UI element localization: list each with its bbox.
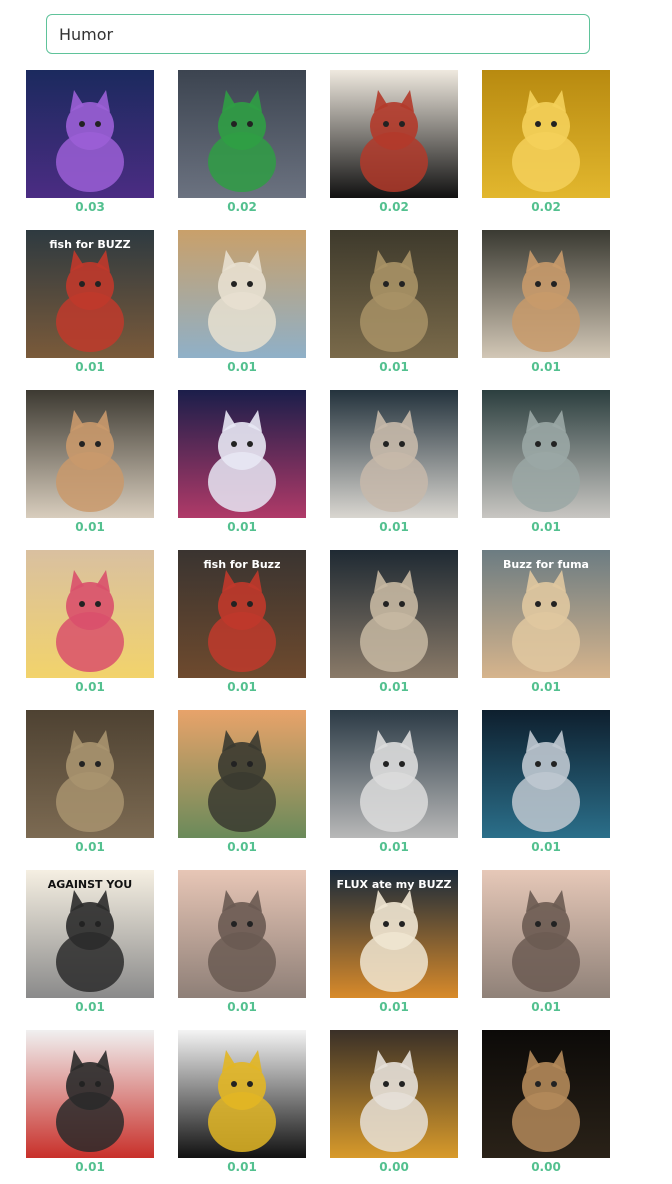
similarity-score: 0.01: [75, 360, 105, 374]
meme-cats-image[interactable]: AGAINST YOU: [26, 870, 154, 998]
fluffy-cat-image[interactable]: [330, 550, 458, 678]
similarity-score: 0.01: [227, 520, 257, 534]
similarity-score: 0.02: [531, 200, 561, 214]
image-caption-text: fish for BUZZ: [49, 238, 131, 251]
result-item[interactable]: 0.01: [330, 710, 458, 860]
similarity-score: 0.00: [379, 1160, 409, 1174]
flux-buzz-cat-image[interactable]: FLUX ate my BUZZ: [330, 870, 458, 998]
similarity-score: 0.01: [75, 1000, 105, 1014]
result-item[interactable]: 0.01: [26, 1030, 154, 1180]
result-item[interactable]: 0.01: [178, 390, 306, 540]
result-item[interactable]: 0.02: [330, 70, 458, 220]
similarity-score: 0.01: [75, 1160, 105, 1174]
result-item[interactable]: 0.01: [330, 230, 458, 380]
anime-girls-image[interactable]: [26, 550, 154, 678]
screaming-cat-image[interactable]: [178, 870, 306, 998]
similarity-score: 0.01: [227, 360, 257, 374]
result-item[interactable]: 0.03: [26, 70, 154, 220]
winged-cat-image[interactable]: [26, 390, 154, 518]
result-item[interactable]: 0.00: [330, 1030, 458, 1180]
golden-cat-image[interactable]: [482, 70, 610, 198]
winged-white-cat-image[interactable]: [330, 390, 458, 518]
similarity-score: 0.01: [75, 840, 105, 854]
result-item[interactable]: 0.00: [482, 1030, 610, 1180]
image-caption-text: Buzz for fuma: [503, 558, 589, 571]
playground-kitten-image[interactable]: [178, 230, 306, 358]
similarity-score: 0.01: [531, 1000, 561, 1014]
tabby-cat-closeup-image[interactable]: [330, 230, 458, 358]
result-item[interactable]: 0.01: [26, 390, 154, 540]
similarity-score: 0.01: [379, 840, 409, 854]
similarity-score: 0.01: [379, 1000, 409, 1014]
winged-cat-image[interactable]: [482, 230, 610, 358]
result-item[interactable]: fish for BUZZ 0.01: [26, 230, 154, 380]
ink-creature-image[interactable]: [330, 70, 458, 198]
comic-room-image[interactable]: [178, 710, 306, 838]
similarity-score: 0.03: [75, 200, 105, 214]
result-item[interactable]: 0.01: [178, 230, 306, 380]
similarity-score: 0.01: [227, 1000, 257, 1014]
similarity-score: 0.01: [379, 360, 409, 374]
result-item[interactable]: Buzz for fuma 0.01: [482, 550, 610, 700]
similarity-score: 0.01: [75, 520, 105, 534]
result-item[interactable]: 0.02: [482, 70, 610, 220]
fish-stall-cat-image[interactable]: fish for BUZZ: [26, 230, 154, 358]
witch-cat-image[interactable]: [482, 710, 610, 838]
shadow-cat-image[interactable]: [482, 1030, 610, 1158]
cat-in-sweater-image[interactable]: [330, 1030, 458, 1158]
similarity-score: 0.00: [531, 1160, 561, 1174]
similarity-score: 0.01: [227, 680, 257, 694]
similarity-score: 0.01: [379, 520, 409, 534]
result-item[interactable]: 0.01: [178, 710, 306, 860]
image-caption-text: FLUX ate my BUZZ: [336, 878, 452, 891]
black-cat-image[interactable]: [178, 1030, 306, 1158]
grumpy-cat-image[interactable]: [26, 710, 154, 838]
similarity-score: 0.01: [531, 680, 561, 694]
similarity-score: 0.01: [75, 680, 105, 694]
result-item[interactable]: 0.01: [482, 870, 610, 1020]
similarity-score: 0.01: [227, 1160, 257, 1174]
winged-grey-cat-image[interactable]: [330, 710, 458, 838]
result-item[interactable]: 0.01: [330, 390, 458, 540]
similarity-score: 0.01: [227, 840, 257, 854]
kitten-sign-image[interactable]: Buzz for fuma: [482, 550, 610, 678]
screaming-cat-image[interactable]: [482, 870, 610, 998]
similarity-score: 0.01: [531, 520, 561, 534]
fish-stall-cat-image[interactable]: fish for Buzz: [178, 550, 306, 678]
result-item[interactable]: fish for Buzz 0.01: [178, 550, 306, 700]
result-item[interactable]: AGAINST YOU 0.01: [26, 870, 154, 1020]
winged-grey-cat-image[interactable]: [482, 390, 610, 518]
neon-city-street-image[interactable]: [178, 390, 306, 518]
city-garbage-truck-image[interactable]: [178, 70, 306, 198]
similarity-score: 0.01: [531, 360, 561, 374]
image-caption-text: fish for Buzz: [203, 558, 281, 571]
result-item[interactable]: 0.01: [26, 710, 154, 860]
search-field[interactable]: [46, 14, 590, 54]
result-item[interactable]: 0.02: [178, 70, 306, 220]
similarity-score: 0.02: [379, 200, 409, 214]
result-item[interactable]: 0.01: [330, 550, 458, 700]
result-item[interactable]: 0.01: [178, 1030, 306, 1180]
similarity-score: 0.01: [379, 680, 409, 694]
result-item[interactable]: 0.01: [482, 710, 610, 860]
mystic-cat-image[interactable]: [26, 70, 154, 198]
image-caption-text: AGAINST YOU: [47, 878, 133, 891]
similarity-score: 0.02: [227, 200, 257, 214]
search-input[interactable]: [47, 15, 589, 53]
result-item[interactable]: FLUX ate my BUZZ 0.01: [330, 870, 458, 1020]
result-item[interactable]: 0.01: [482, 390, 610, 540]
result-item[interactable]: 0.01: [26, 550, 154, 700]
result-item[interactable]: 0.01: [482, 230, 610, 380]
redhead-anime-girl-image[interactable]: [26, 1030, 154, 1158]
result-item[interactable]: 0.01: [178, 870, 306, 1020]
similarity-score: 0.01: [531, 840, 561, 854]
